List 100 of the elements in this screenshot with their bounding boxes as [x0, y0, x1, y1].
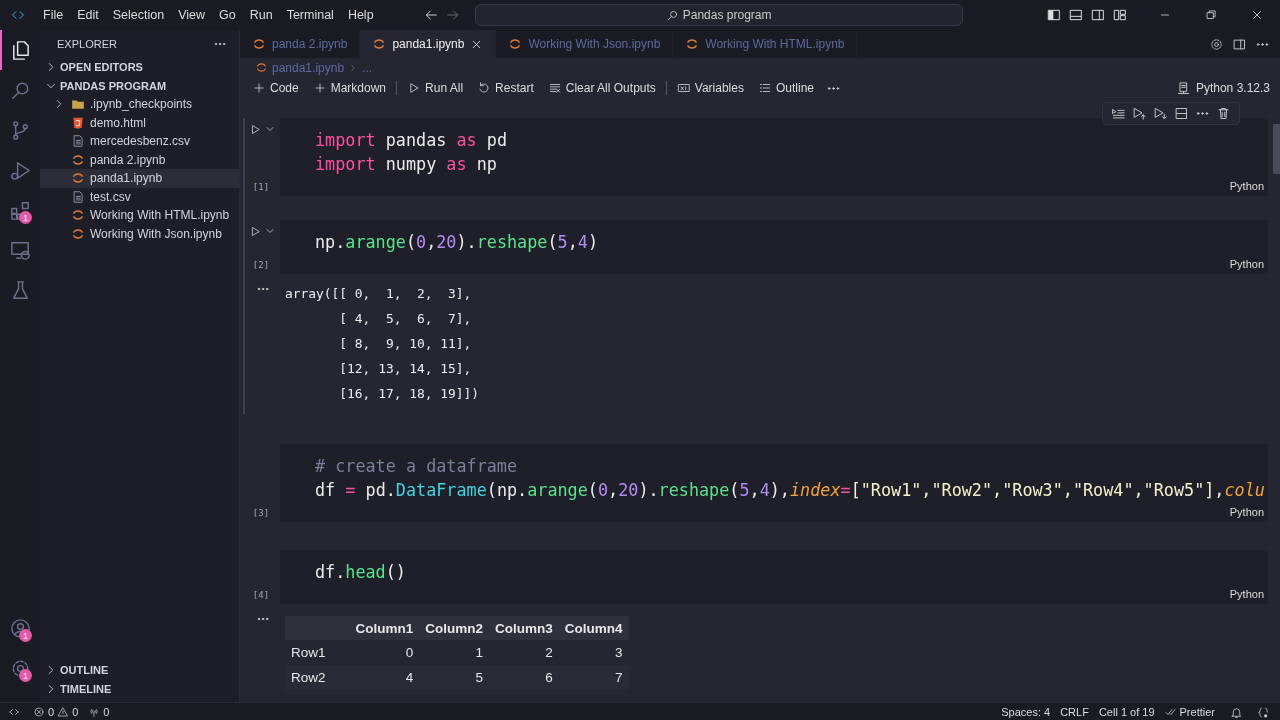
- remote-icon: [8, 706, 20, 718]
- run-cell-icon[interactable]: [249, 123, 262, 136]
- plus-icon: [312, 81, 327, 95]
- document-icon: [71, 189, 85, 204]
- column-header: Column1: [349, 616, 420, 640]
- layout-grid-icon[interactable]: [1112, 7, 1128, 23]
- search-icon: [665, 8, 679, 22]
- file-tree-item[interactable]: Working With Json.ipynb: [40, 224, 239, 243]
- jupyter-icon: [508, 37, 523, 51]
- server-icon: [1175, 80, 1191, 96]
- run-by-line-icon[interactable]: [1111, 106, 1126, 121]
- count-badge: 1: [19, 211, 32, 224]
- antenna-icon: [88, 706, 101, 718]
- toolbar-button[interactable]: Clear All Outputs: [541, 78, 662, 98]
- count-badge: 1: [19, 669, 32, 682]
- code-editor[interactable]: # create a dataframe df = pd.DataFrame(np.arange(0,20).reshape(5,4),index=["Row1","Row2","Row3","Row4","Row5"],colu: [280, 454, 1268, 502]
- toolbar-button[interactable]: Restart: [471, 78, 540, 98]
- column-header: Column3: [489, 616, 559, 640]
- count-badge: 1: [19, 629, 32, 642]
- double-check-icon: [1164, 706, 1177, 718]
- execution-count: [4]: [252, 590, 270, 600]
- jupyter-icon: [71, 171, 85, 186]
- section-header[interactable]: OPEN EDITORS: [40, 57, 239, 76]
- toolbar-button[interactable]: Outline: [751, 78, 820, 98]
- ports-indicator[interactable]: 0: [83, 706, 115, 718]
- sidebar-layout-icon[interactable]: [1046, 7, 1062, 23]
- column-header: Column2: [419, 616, 490, 640]
- menu-item[interactable]: Run: [242, 0, 280, 30]
- toolbar-button[interactable]: Variables: [670, 78, 750, 98]
- table-cell: 6: [489, 665, 559, 690]
- code-editor[interactable]: df.head(): [280, 560, 1268, 584]
- list-icon: [757, 81, 772, 95]
- menu-item[interactable]: Help: [340, 0, 381, 30]
- kernel-picker[interactable]: Python 3.12.3: [1175, 80, 1270, 96]
- bell-icon[interactable]: [1230, 705, 1243, 719]
- split-cell-icon[interactable]: [1174, 106, 1189, 121]
- section-header[interactable]: OUTLINE: [40, 660, 239, 679]
- jupyter-icon: [71, 152, 85, 167]
- language-label[interactable]: Python: [1229, 258, 1264, 270]
- split-editor-icon[interactable]: [1232, 36, 1247, 52]
- account-icon[interactable]: [8, 616, 32, 640]
- file-tree-item[interactable]: demo.html: [40, 113, 239, 132]
- delete-icon[interactable]: [1216, 106, 1231, 121]
- file-tree-item[interactable]: panda1.ipynb: [40, 169, 239, 188]
- jupyter-icon: [71, 208, 85, 223]
- execution-count: [2]: [252, 260, 270, 270]
- panel-title: EXPLORER: [57, 37, 117, 50]
- run-below-icon[interactable]: [1153, 106, 1168, 121]
- menu-item[interactable]: File: [36, 0, 71, 30]
- run-above-icon[interactable]: [1132, 106, 1147, 121]
- section-header[interactable]: PANDAS PROGRAM: [40, 76, 239, 95]
- menu-item[interactable]: Selection: [105, 0, 172, 30]
- status-item[interactable]: Cell 1 of 19: [1093, 706, 1160, 718]
- menu-item[interactable]: Terminal: [279, 0, 341, 30]
- column-header: Column4: [558, 616, 629, 640]
- file-tree-item[interactable]: .ipynb_checkpoints: [40, 95, 239, 114]
- table-cell: 2: [489, 640, 559, 665]
- jupyter-icon: [372, 37, 387, 51]
- command-center-search[interactable]: Pandas program: [474, 4, 963, 26]
- braces-icon[interactable]: [1257, 705, 1270, 719]
- problems-indicator[interactable]: 0 0: [28, 706, 84, 718]
- section-header[interactable]: TIMELINE: [40, 679, 239, 698]
- file-tree-item[interactable]: Working With HTML.ipynb: [40, 206, 239, 225]
- jupyter-icon: [255, 61, 268, 74]
- restore-icon[interactable]: [1204, 8, 1218, 22]
- table-cell: 4: [349, 665, 420, 690]
- menu-item[interactable]: View: [171, 0, 212, 30]
- execution-count: [1]: [252, 182, 270, 192]
- table-cell: 1: [419, 640, 490, 665]
- close-icon[interactable]: [1250, 8, 1264, 22]
- row-label: Row2: [285, 665, 350, 690]
- jupyter-icon: [685, 37, 700, 51]
- row-label: Row1: [285, 640, 350, 665]
- settings-icon[interactable]: [1209, 36, 1224, 52]
- code-editor[interactable]: import pandas as pd import numpy as np: [280, 128, 1268, 176]
- toolbar-button[interactable]: Run All: [401, 78, 470, 98]
- panel-layout-icon[interactable]: [1068, 7, 1084, 23]
- clear-lines-icon: [547, 81, 562, 95]
- file-tree-item[interactable]: mercedesbenz.csv: [40, 132, 239, 151]
- file-tree-item[interactable]: test.csv: [40, 187, 239, 206]
- language-label[interactable]: Python: [1229, 180, 1264, 192]
- editor-tab[interactable]: panda1.ipynb: [360, 30, 497, 58]
- toolbar-button[interactable]: Code: [246, 78, 305, 98]
- menu-item[interactable]: Edit: [70, 0, 106, 30]
- toolbar-button[interactable]: Markdown: [306, 78, 393, 98]
- file-tree-item[interactable]: panda 2.ipynb: [40, 150, 239, 169]
- language-label[interactable]: Python: [1229, 588, 1264, 600]
- jupyter-icon: [71, 226, 85, 241]
- output-text: array([[ 0, 1, 2, 3], [ 4, 5, 6, 7], [ 8, 9, 10, 11], [12, 13, 14, 15], [16, 17, 18, 19]]): [284, 285, 481, 403]
- execution-count: [3]: [252, 508, 270, 518]
- status-item[interactable]: CRLF: [1055, 706, 1094, 718]
- code-editor[interactable]: np.arange(0,20).reshape(5,4): [280, 230, 1268, 254]
- run-cell-icon[interactable]: [249, 225, 262, 238]
- warning-icon: [57, 706, 70, 718]
- menu-item[interactable]: Go: [212, 0, 243, 30]
- error-icon: [33, 706, 45, 718]
- formatter-indicator[interactable]: Prettier: [1159, 706, 1220, 718]
- secondary-sidebar-icon[interactable]: [1090, 7, 1106, 23]
- status-item[interactable]: Spaces: 4: [996, 706, 1056, 718]
- language-label[interactable]: Python: [1229, 506, 1264, 518]
